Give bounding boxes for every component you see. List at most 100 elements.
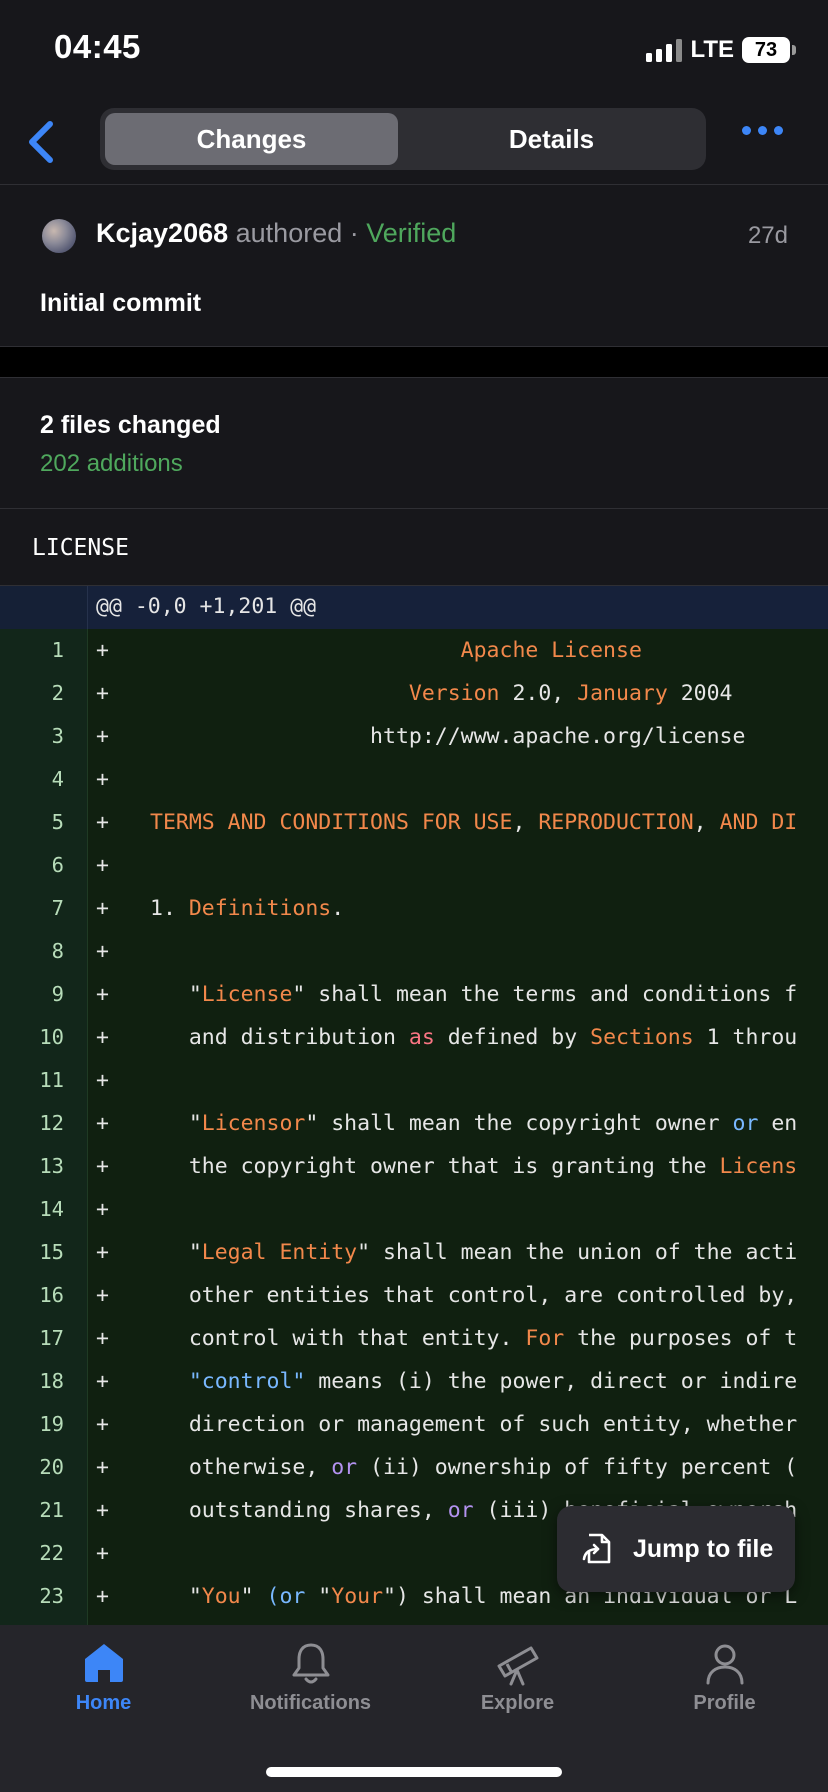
jump-to-file-button[interactable]: Jump to file xyxy=(557,1506,795,1592)
segmented-control: Changes Details xyxy=(100,108,706,170)
line-number: 23 xyxy=(39,1584,64,1608)
code-text: "Legal Entity" shall mean the union of t… xyxy=(150,1240,798,1265)
line-number: 14 xyxy=(39,1197,64,1221)
tab-label: Home xyxy=(75,1692,132,1714)
code-text: "License" shall mean the terms and condi… xyxy=(150,982,798,1007)
battery-icon: 73 xyxy=(742,37,796,63)
line-number: 20 xyxy=(39,1455,64,1479)
verified-badge[interactable]: Verified xyxy=(366,218,456,248)
cellular-signal-icon xyxy=(646,38,683,62)
line-number: 2 xyxy=(51,681,64,705)
code-text: control with that entity. For the purpos… xyxy=(150,1326,798,1351)
tab-details[interactable]: Details xyxy=(402,113,701,165)
tab-label: Explore xyxy=(480,1692,555,1714)
diff-line[interactable]: 10 + and distribution as defined by Secti… xyxy=(0,1016,828,1059)
bell-icon xyxy=(292,1643,329,1684)
diff-line[interactable]: 15 + "Legal Entity" shall mean the union … xyxy=(0,1231,828,1274)
code-text: other entities that control, are control… xyxy=(150,1283,798,1308)
diff-line[interactable]: 1 + Apache License xyxy=(0,629,828,672)
addition-marker: + xyxy=(96,1498,109,1523)
diff-line[interactable]: 19 + direction or management of such enti… xyxy=(0,1403,828,1446)
addition-marker: + xyxy=(96,982,109,1007)
addition-marker: + xyxy=(96,939,109,964)
diff-view[interactable]: 1 + Apache License 2 + Version 2.0, January… xyxy=(0,629,828,1625)
code-text: http://www.apache.org/license xyxy=(150,724,746,749)
code-text: and distribution as defined by Sections … xyxy=(150,1025,798,1050)
divider xyxy=(0,508,828,509)
diff-line[interactable]: 16 + other entities that control, are con… xyxy=(0,1274,828,1317)
addition-marker: + xyxy=(96,1541,109,1566)
tab-changes[interactable]: Changes xyxy=(105,113,398,165)
hunk-header-text: @@ -0,0 +1,201 @@ xyxy=(96,594,317,619)
diff-line[interactable]: 2 + Version 2.0, January 2004 xyxy=(0,672,828,715)
tab-explore[interactable]: Explore xyxy=(414,1640,621,1715)
addition-marker: + xyxy=(96,1283,109,1308)
code-text: TERMS AND CONDITIONS FOR USE, REPRODUCTI… xyxy=(150,810,798,835)
code-text: Version 2.0, January 2004 xyxy=(408,681,733,706)
addition-marker: + xyxy=(96,1068,109,1093)
diff-line[interactable]: 6 + xyxy=(0,844,828,887)
hunk-header: @@ -0,0 +1,201 @@ xyxy=(0,586,828,629)
line-number: 7 xyxy=(51,896,64,920)
line-number: 22 xyxy=(39,1541,64,1565)
battery-level: 73 xyxy=(754,38,778,61)
addition-marker: + xyxy=(96,896,109,921)
line-number: 15 xyxy=(39,1240,64,1264)
commit-age: 27d xyxy=(747,222,788,249)
diff-line[interactable]: 12 + "Licensor" shall mean the copyright … xyxy=(0,1102,828,1145)
author-avatar[interactable] xyxy=(42,219,76,253)
line-number: 12 xyxy=(39,1111,64,1135)
addition-marker: + xyxy=(96,681,109,706)
code-text: otherwise, or (ii) ownership of fifty pe… xyxy=(150,1455,798,1480)
diff-line[interactable]: 5 + TERMS AND CONDITIONS FOR USE, REPRODUC… xyxy=(0,801,828,844)
addition-marker: + xyxy=(96,767,109,792)
tab-home[interactable]: Home xyxy=(0,1640,207,1715)
chevron-left-icon xyxy=(29,121,53,163)
diff-line[interactable]: 11 + xyxy=(0,1059,828,1102)
code-text: the copyright owner that is granting the… xyxy=(150,1154,798,1179)
home-indicator[interactable] xyxy=(266,1767,562,1777)
authored-label: authored xyxy=(235,218,343,248)
addition-marker: + xyxy=(96,1240,109,1265)
status-time: 04:45 xyxy=(54,28,141,65)
addition-marker: + xyxy=(96,1326,109,1351)
more-options-button[interactable] xyxy=(742,126,783,135)
status-indicators: LTE 73 xyxy=(646,36,796,64)
line-number: 3 xyxy=(51,724,64,748)
diff-line[interactable]: 7 +1. Definitions. xyxy=(0,887,828,930)
code-text: 1. Definitions. xyxy=(150,896,345,921)
addition-marker: + xyxy=(96,1025,109,1050)
code-text: Apache License xyxy=(460,638,642,663)
tab-notifications[interactable]: Notifications xyxy=(207,1640,414,1715)
house-icon xyxy=(84,1644,123,1682)
addition-marker: + xyxy=(96,1111,109,1136)
line-number: 9 xyxy=(51,982,64,1006)
diff-line[interactable]: 3 + http://www.apache.org/license xyxy=(0,715,828,758)
file-name-header[interactable]: LICENSE xyxy=(32,535,129,561)
diff-line[interactable]: 9 + "License" shall mean the terms and co… xyxy=(0,973,828,1016)
diff-line[interactable]: 14 + xyxy=(0,1188,828,1231)
addition-marker: + xyxy=(96,638,109,663)
addition-marker: + xyxy=(96,1412,109,1437)
line-number: 5 xyxy=(51,810,64,834)
line-number: 13 xyxy=(39,1154,64,1178)
commit-message: Initial commit xyxy=(40,289,202,317)
line-number: 21 xyxy=(39,1498,64,1522)
author-name[interactable]: Kcjay2068 xyxy=(96,218,228,248)
line-number: 6 xyxy=(51,853,64,877)
addition-marker: + xyxy=(96,1154,109,1179)
diff-line[interactable]: 20 + otherwise, or (ii) ownership of fift… xyxy=(0,1446,828,1489)
code-text: direction or management of such entity, … xyxy=(150,1412,798,1437)
diff-line[interactable]: 4 + xyxy=(0,758,828,801)
addition-marker: + xyxy=(96,1584,109,1609)
tab-profile[interactable]: Profile xyxy=(621,1640,828,1715)
tab-label: Profile xyxy=(693,1692,756,1714)
diff-line[interactable]: 18 + "control" means (i) the power, direc… xyxy=(0,1360,828,1403)
diff-line[interactable]: 17 + control with that entity. For the pu… xyxy=(0,1317,828,1360)
diff-line[interactable]: 13 + the copyright owner that is granting… xyxy=(0,1145,828,1188)
addition-marker: + xyxy=(96,1369,109,1394)
files-changed-count: 2 files changed xyxy=(40,411,221,439)
code-text: "control" means (i) the power, direct or… xyxy=(150,1369,798,1394)
back-button[interactable] xyxy=(20,118,68,166)
diff-line[interactable]: 8 + xyxy=(0,930,828,973)
